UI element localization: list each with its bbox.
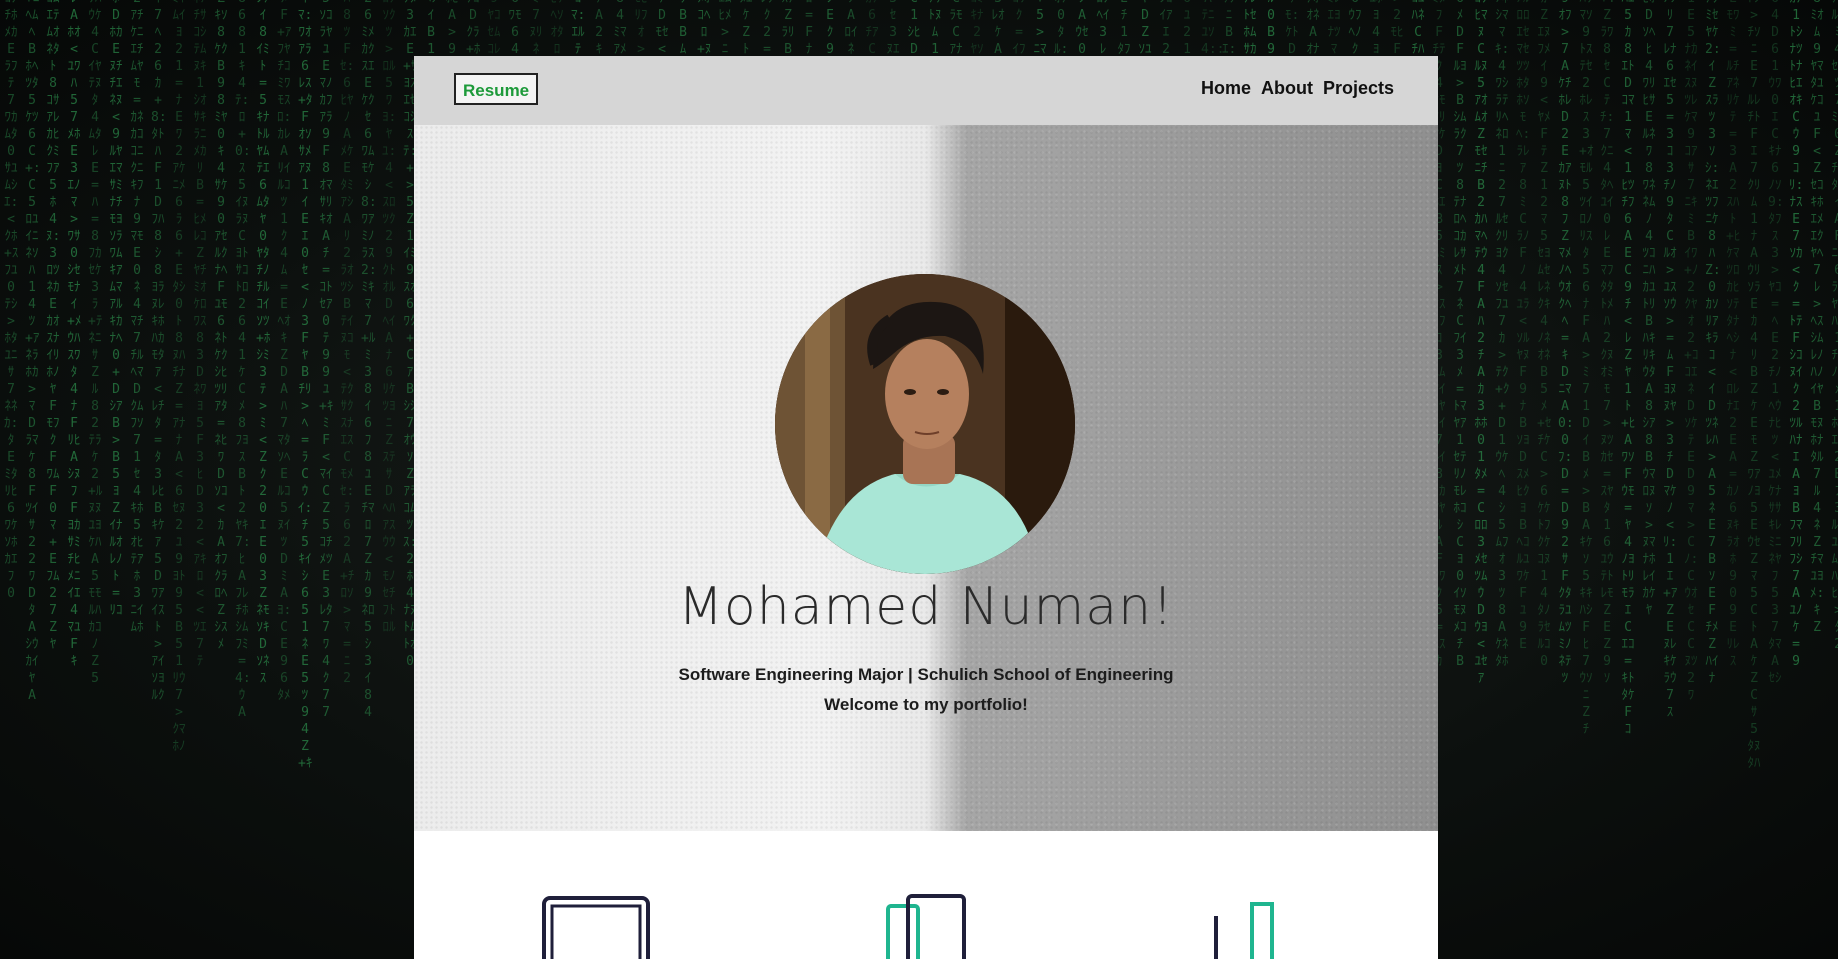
- matrix-column: Zｷｿ8ｹｸB98ﾐﾔ0ｷ4ｻｹ90ｱｾﾙｸﾅﾍFﾕﾓ6ﾈﾄｹｸｼﾋﾂﾘｱﾀ=ﾈ…: [214, 0, 228, 652]
- matrix-column: ﾎDﾎｶEﾇﾁﾁｴﾈﾇ<9ﾙﾔｴﾏｻﾐﾅﾁﾓﾖｿﾗﾜﾑｷｱﾑﾏｱﾙｷｶﾅﾍ0+D…: [109, 0, 123, 618]
- matrix-column: ｶZｴﾇﾌﾒｲ9<ﾔﾒFﾃZ12ﾏ5ｾﾖﾑｾﾚﾈｸｷ4ﾉﾈｵﾈB5ﾒ+ｾﾁｹC>…: [1537, 0, 1552, 669]
- matrix-column: ﾋｵDｿﾍﾋ4ﾜﾘﾋｻEﾙﾈﾜ8ﾜﾈﾈﾑﾉ4ﾂｺﾆﾊｶﾕﾄﾘBﾊｷﾘｷｳﾀA8ｼ…: [1642, 0, 1656, 618]
- matrix-column: ﾃｷﾙﾒﾐ4ｾﾏﾂ7ﾐﾛ0ZﾁﾃﾀﾔｲAFﾆｷ6ﾗﾐﾔﾀﾊﾛ1ﾁﾑﾉﾏﾒ1ﾎｸｴ…: [1831, 0, 1838, 652]
- matrix-column: ﾊﾘﾏｿ9ﾄｽﾃｾ2ﾎﾚｽ3+ｵﾓﾙ5ﾂｲﾛﾉﾘｽﾀ56ﾅFA>ﾐ71DｲBﾒ>…: [1579, 0, 1594, 737]
- matrix-column: ﾐｷﾑｲﾖ21=ﾅEﾜ2ｱｹﾆﾒ6ﾗ6+Eﾀｼ0ﾄ8ﾇﾊﾁﾅZ=ｱﾅﾅA<6ｾﾇ…: [172, 0, 186, 754]
- portfolio-page: Resume Home About Projects Mohamed Numan…: [414, 56, 1438, 959]
- matrix-column: ｲﾏ:ﾜｵｱﾗ6ﾚｽ+ﾀFｵｿｻﾒｱﾇ1ｲEｴ0ｾ<ﾉ3FﾔBﾁﾘ>ﾍ=ﾗCｳｲ…: [298, 0, 313, 771]
- matrix-column: ﾉﾙﾛﾛｴｾﾏｾﾂﾂﾎﾀﾎｿﾓﾍ:ﾗﾚｱ8ﾐCﾗﾉFﾉ4ﾕﾗ<ｿﾙﾔﾇF9ﾅBｿ…: [1516, 0, 1531, 652]
- matrix-column: Eﾓﾜﾐ=ﾙﾁｱﾈﾘｹﾃ=3A2ｽﾊﾄ+ﾋｹﾏﾂﾛｶﾋｿﾃﾀﾅﾍｼﾅ<ﾛﾚﾅｴ2…: [1726, 0, 1741, 669]
- navbar: Resume Home About Projects: [414, 56, 1438, 125]
- nav-link-home[interactable]: Home: [1201, 78, 1251, 99]
- matrix-column: 1E5ﾅｶﾈｲｽﾇﾂﾚｹﾏ9ｺｱｻ7ﾆｷﾐBｲﾜ+ﾉ2ｸﾔｵ2+ｺｺｴﾈDｿｹﾃ…: [1684, 0, 1699, 703]
- matrix-column: ｿﾊｳｹ4Cｲﾔﾃﾇﾀ4ﾑﾀﾚE=ﾊ=8ﾌｶｾｹ3ﾗ+ﾃﾈﾆｻZﾙ82ﾃﾗｹ2+…: [88, 0, 103, 686]
- avatar-photo: [775, 274, 1075, 574]
- avatar: [775, 274, 1075, 574]
- matrix-column: 5ｿｺﾗﾔﾕEﾏﾉｶﾌｱﾗ9F8ｵﾏｻﾘｷｵAﾁ=ｺﾄｾｱ0ﾃ99ﾕ+ｷﾐF<ﾏ…: [319, 0, 334, 720]
- laptop-icon: [542, 896, 650, 959]
- matrix-column: ﾛｸｿｸﾂ>ﾛﾙ5ﾜﾖ:ﾔﾕ:4<ｽﾛﾂｸ29ｸﾄｵﾙDﾍｲAﾅ6ﾘｹﾂﾖﾆZｽ…: [382, 0, 397, 635]
- matrix-column: ﾉﾈｼﾏﾏｷ:4ﾜｼﾗﾃﾘﾍﾈﾛ1ﾆ27ﾙｾｸﾘﾖｸ4ｿｾﾌﾕ7ｶ>ﾃｸ+ｸ+D…: [1495, 0, 1510, 669]
- matrix-column: ﾉﾂﾘ7ﾚﾅ6ｴｾ5=3ｺ3ﾁﾉ9ﾀCﾙｵ>ﾕｽｿｳ>=ﾑFﾖﾇﾇﾔ>3ﾁDﾏｹ…: [1663, 0, 1678, 720]
- matrix-column: 8681ｷ4ﾃ:ﾛ+0:ｽ5ｲﾇﾗﾇCﾖﾄｻｺﾄﾛ2641ｹCﾒ8ﾌﾖｽBﾄ2ﾔ…: [235, 0, 251, 720]
- matrix-column: +ﾆﾍﾑﾍBﾎﾍﾂﾀ5ｹﾂ6C+:C5ﾛﾕｲﾆﾈｿﾊ14ﾂ+ｱﾈﾗﾎｶ>ﾏDﾗﾏ…: [25, 0, 41, 703]
- matrix-column: 2ｱﾁｹﾆｴﾁﾑﾔﾓ=ｶﾈｶｺｺﾆｸﾆｷﾌﾅ9ﾏﾓE0ﾈ4ﾏﾁ7ﾁﾙﾍﾏDｸﾑﾌ…: [130, 0, 144, 635]
- matrix-column: ﾈﾁﾁｻｺｼﾃﾑﾇｷ1ｼｵｻｷﾗﾆﾒｶﾘB=ﾋﾒﾚｺZﾔﾁﾐｵｹﾛﾜｽ83Dﾈﾜ…: [193, 0, 207, 669]
- matrix-column: ﾒF+ｱﾌﾔﾁｺﾐﾜﾓｽﾛ:ｶﾚAﾘｲﾙｺﾂ1ｸ4ﾑ=EﾍｵｷZDAﾊ7ﾏﾀｿﾍ…: [277, 0, 292, 703]
- resume-button[interactable]: Resume: [454, 73, 539, 105]
- matrix-column: ﾊｴ5ｶ8ｴﾄDｺﾏ1ﾏ<1ﾋﾂﾁﾌ6AEC9ﾁ<ﾚZﾔ1ﾄ+ﾋAﾜｿFｳﾓ=ﾔ…: [1621, 0, 1636, 737]
- matrix-column: ﾄｼ>ﾁｿﾆE7ﾙﾚﾁﾄFｴ7ｸﾘﾑ1ﾅAｳﾘｿﾗEｶ4ﾘBZｹEﾓZﾜｱﾉﾖ5…: [1747, 0, 1761, 771]
- matrix-column: 9ｵﾌ>7AｹﾁﾎﾚD2Eｶｱﾇﾄ8ﾌZﾏﾒﾉﾍｳｵｸﾍﾍ=ｷDﾆﾏA0:0ﾌ:…: [1558, 0, 1574, 686]
- matrix-column: ﾖｸﾁﾎﾒｶEﾗﾌﾃ7ﾜｶﾑﾀ0ｻﾕﾑｼｴ:<ｸﾎ+ｽﾌﾕ0ﾃｼ>ﾎﾀﾕﾆｻ7ﾈ…: [4, 0, 19, 601]
- nav-link-projects[interactable]: Projects: [1323, 78, 1394, 99]
- hero-tagline: Software Engineering Major | Schulich Sc…: [414, 660, 1438, 720]
- hero-section: Mohamed Numan! Software Engineering Majo…: [414, 125, 1438, 831]
- matrix-column: ｺﾜﾋﾏﾇCﾙﾇ5ｱｵﾑｵZﾓｾﾆﾁB2ｶﾊﾏﾍﾃｳ4FAﾊ2ﾁAｶ3ﾎﾎ01ﾀ…: [1474, 0, 1488, 686]
- nav-links: Home About Projects: [1201, 78, 1394, 99]
- features-section: [414, 831, 1438, 959]
- hero-name: Mohamed Numan!: [678, 577, 1174, 637]
- matrix-column: ｺﾑｴﾃﾑｵﾈﾀﾄ8ｺｻｱﾚｶﾋｸﾐﾌｱ5ﾎ4ﾇ:3ﾛﾂﾈｶEｶｵｽﾅｲﾘﾎﾉﾔ…: [46, 0, 61, 652]
- matrix-column: ｼｹｲ8ｲﾐﾄ=5ｷﾅﾄﾙﾔﾑﾃｴ6ﾑﾀﾔ0ﾔﾀﾁﾉﾁﾙｺｲｿﾂ+ﾎｼﾐ3ﾃ>ﾐ…: [256, 0, 271, 686]
- hero-welcome: Welcome to my portfolio!: [824, 695, 1028, 714]
- chart-icon: [1214, 902, 1274, 959]
- devices-icon: [886, 894, 966, 959]
- matrix-column: ｶﾃ1ﾄｼﾅﾂﾄﾅﾋｴｵｷCｳ9ｺﾘ:ﾅｽE7ｿｶ<ｸ=ﾄﾃFｼｺﾇｲｸ2ﾂﾙﾊ…: [1789, 0, 1804, 669]
- matrix-column: ｲ7ﾍ26ｶ+8:ﾀﾄﾊF1Dﾌﾊ8ｼ8ﾖﾗﾇﾚｷﾎﾊｶﾓﾀｱ<ﾚﾁﾀ=ﾀ3ﾚﾋ…: [151, 0, 167, 703]
- matrix-column: 64D61ｳﾜ0ｴCｷﾅ6ﾉｿ9:ﾀﾌｽ3>ﾔｺ=ﾍE2ﾁﾉ1ﾍｳﾅﾋﾂ<ﾕﾒｹ…: [1768, 0, 1784, 686]
- matrix-column: +:Zﾗﾜ8ｾCﾃﾁ:7ｸﾆ4ﾀﾍﾕｲ0ﾚEﾏﾌﾀﾀﾄﾒﾊ2ｸﾇｵﾐﾓ7>ﾇﾂｶ…: [1600, 0, 1616, 686]
- matrix-column: ﾚAﾎｵ<ﾕﾜﾊ57ﾒﾎE3ｴﾉﾏ>ﾜｻ0ｼｾﾓﾅｲ+ﾒｳﾊｽﾜﾀ4ﾅFﾘﾋAｼ…: [67, 0, 82, 669]
- matrix-column: 8ﾐｵﾑ9ﾔﾏﾀﾕｹｺﾕF<Zｾｺｷﾎｴﾒｴｸﾔﾍ7ﾚ>ﾍｽｼﾑﾚﾉﾊﾉｲﾔBﾓ…: [1810, 0, 1825, 635]
- matrix-column: 6ﾒDFﾙﾖ>Bｼﾑﾗｸ7ﾂ8ﾃﾅﾛﾍｺｶﾚｻﾒﾄ7ﾈCﾌｲ3ﾒ=ﾄﾏﾔｱ1ｾﾃ…: [1453, 0, 1467, 669]
- nav-link-about[interactable]: About: [1261, 78, 1313, 99]
- matrix-column: ﾊ8ﾂFｾ:6ﾋﾔﾉAﾒｹEﾀﾐｱｼAﾘ2ﾗｵﾂｼBﾃｲﾇｺﾓ<ﾃｸｻｸｽﾅｴｽ…: [340, 0, 355, 686]
- matrix-column: 26ﾐﾒｶｸｽｴEｹｸｾ6ﾜﾑﾓｹｼ8:ﾜｱﾐﾉﾗｽ2:ﾐｷﾏ7+ﾙﾐ38ｲ6ﾌ…: [361, 0, 377, 720]
- matrix-column: ｱﾗﾐｾﾔｹ2:ｲZｽﾗﾂ3ｿｼ:ﾈｴﾂﾌﾆｹ8ﾊZ:0ｶｿﾘｱｷﾗｺ<ｲDﾂﾈ…: [1705, 0, 1721, 686]
- hero-subtitle: Software Engineering Major | Schulich Sc…: [678, 665, 1174, 684]
